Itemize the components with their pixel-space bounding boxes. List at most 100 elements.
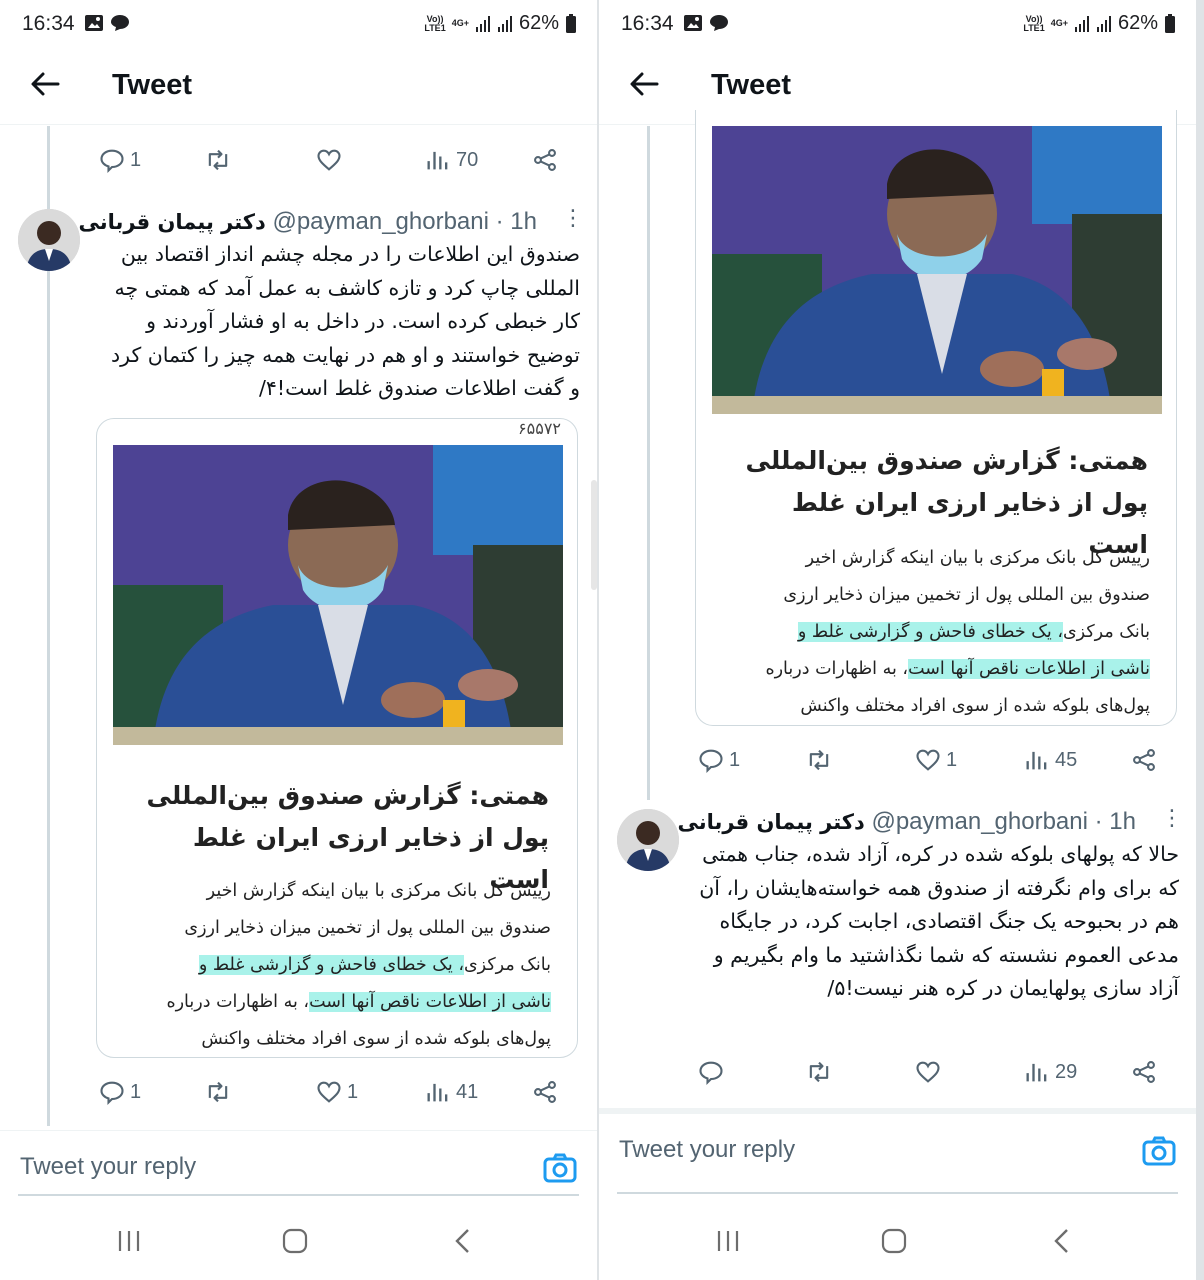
home-icon[interactable]	[282, 1228, 308, 1254]
reply-button[interactable]: 1	[98, 146, 141, 174]
android-nav-bar	[0, 1208, 597, 1280]
reply-underline	[18, 1194, 579, 1196]
home-icon[interactable]	[881, 1228, 907, 1254]
share-button[interactable]	[1130, 746, 1158, 774]
share-icon	[1133, 749, 1155, 771]
retweet-button[interactable]	[805, 746, 833, 774]
retweet-icon	[809, 1061, 829, 1083]
views-button[interactable]: 41	[424, 1078, 478, 1106]
retweet-button[interactable]	[204, 146, 232, 174]
scrollbar[interactable]	[591, 480, 597, 590]
tweet-text: صندوق این اطلاعات را در مجله چشم انداز ا…	[111, 242, 580, 400]
share-icon	[1133, 1061, 1155, 1083]
gallery-icon	[684, 15, 702, 31]
like-button[interactable]	[315, 146, 343, 174]
retweet-button[interactable]	[805, 1058, 833, 1086]
reply-input[interactable]: Tweet your reply	[20, 1153, 196, 1181]
views-button[interactable]: 29	[1023, 1058, 1077, 1086]
like-button[interactable]: 1	[914, 746, 957, 774]
retweet-button[interactable]	[204, 1078, 232, 1106]
link-card[interactable]: ۶۵۵۷۲ همتی: گزارش صندوق بین‌المللی پول ا…	[96, 418, 578, 1058]
card-photo	[113, 445, 563, 745]
back-arrow-icon[interactable]	[28, 67, 62, 101]
author-name[interactable]: دکتر پیمان قربانی	[677, 810, 864, 834]
reply-button[interactable]	[697, 1058, 725, 1086]
author-handle[interactable]: @payman_ghorbani	[871, 808, 1088, 835]
share-icon	[534, 1081, 556, 1103]
avatar[interactable]	[617, 809, 679, 871]
card-line: صندوق بین المللی پول از تخمین میزان ذخای…	[184, 918, 551, 938]
like-icon	[317, 149, 341, 171]
volte-indicator: Vo)) LTE1	[424, 13, 446, 33]
highlighted-text: ، یک خطای فاحش و گزارشی غلط و	[198, 955, 464, 975]
tweet-text: حالا که پولهای بلوکه شده در کره، آزاد شد…	[699, 842, 1179, 1000]
card-line: بانک مرکزی، یک خطای فاحش و گزارشی غلط و	[198, 955, 551, 975]
retweet-icon	[208, 1081, 228, 1103]
card-line: ناشی از اطلاعات ناقص آنها است، به اظهارا…	[166, 992, 551, 1012]
author-name[interactable]: دکتر پیمان قربانی	[78, 210, 265, 234]
card-line: رییس کل بانک مرکزی با بیان اینکه گزارش ا…	[805, 548, 1150, 568]
tweet-actions: 29	[599, 1050, 1196, 1094]
page-title: Tweet	[711, 69, 792, 101]
status-time: 16:34	[22, 12, 75, 35]
card-body: رییس کل بانک مرکزی با بیان اینکه گزارش ا…	[113, 873, 551, 1057]
tweet-actions: 1 70	[0, 138, 597, 182]
top-app-bar: Tweet	[0, 55, 597, 125]
avatar-photo	[18, 209, 80, 271]
views-icon	[1026, 751, 1047, 770]
back-icon[interactable]	[1051, 1228, 1073, 1254]
thread-line	[647, 126, 650, 800]
card-line: ناشی از اطلاعات ناقص آنها است، به اظهارا…	[765, 659, 1150, 679]
like-button[interactable]: 1	[315, 1078, 358, 1106]
views-icon	[1026, 1063, 1047, 1082]
back-icon[interactable]	[452, 1228, 474, 1254]
views-button[interactable]: 45	[1023, 746, 1077, 774]
like-button[interactable]	[914, 1058, 942, 1086]
status-bar: 16:34 Vo)) LTE1 4G+ 62%	[599, 0, 1196, 50]
retweet-icon	[809, 749, 829, 771]
recents-icon[interactable]	[116, 1228, 142, 1254]
views-button[interactable]: 70	[424, 146, 478, 174]
news-photo	[712, 126, 1162, 414]
status-time: 16:34	[621, 12, 674, 35]
camera-icon[interactable]	[543, 1153, 577, 1183]
battery-icon	[566, 13, 576, 33]
android-nav-bar	[599, 1208, 1196, 1280]
share-button[interactable]	[531, 146, 559, 174]
camera-icon[interactable]	[1142, 1136, 1176, 1166]
highlighted-text: ناشی از اطلاعات ناقص آنها است	[309, 992, 551, 1012]
reply-composer[interactable]: Tweet your reply	[0, 1130, 597, 1196]
notification-icons	[84, 14, 130, 32]
more-icon[interactable]: ⋮	[562, 206, 584, 231]
tweet-time: · 1h	[1094, 808, 1136, 835]
reply-button[interactable]: 1	[697, 746, 740, 774]
network-type: 4G+	[451, 18, 469, 28]
recents-icon[interactable]	[715, 1228, 741, 1254]
reply-button[interactable]: 1	[98, 1078, 141, 1106]
network-type: 4G+	[1050, 18, 1068, 28]
share-button[interactable]	[531, 1078, 559, 1106]
notification-icons	[683, 14, 729, 32]
link-card[interactable]: همتی: گزارش صندوق بین‌المللی پول از ذخای…	[695, 110, 1177, 726]
reply-composer[interactable]: Tweet your reply	[599, 1108, 1196, 1174]
tweet-header: دکتر پیمان قربانی @payman_ghorbani · 1h	[78, 208, 537, 236]
card-photo	[712, 126, 1162, 414]
battery-percent: 62%	[518, 12, 559, 34]
views-icon	[427, 1083, 448, 1102]
author-handle[interactable]: @payman_ghorbani	[272, 208, 489, 235]
left-screenshot: 16:34 Vo)) LTE1 4G+ 62% Tweet 1 70 دکتر …	[0, 0, 597, 1280]
right-screenshot: 16:34 Vo)) LTE1 4G+ 62% Tweet همتی: گزار…	[599, 0, 1196, 1280]
retweet-icon	[208, 149, 228, 171]
more-icon[interactable]: ⋮	[1161, 806, 1183, 831]
avatar[interactable]	[18, 209, 80, 271]
card-line: رییس کل بانک مرکزی با بیان اینکه گزارش ا…	[206, 881, 551, 901]
back-arrow-icon[interactable]	[627, 67, 661, 101]
share-button[interactable]	[1130, 1058, 1158, 1086]
card-line: بانک مرکزی، یک خطای فاحش و گزارشی غلط و	[797, 622, 1150, 642]
signal-icon	[1074, 15, 1089, 32]
reply-input[interactable]: Tweet your reply	[619, 1136, 795, 1164]
news-photo	[113, 445, 563, 745]
like-icon	[916, 1061, 940, 1083]
signal-icon	[497, 15, 512, 32]
card-line: صندوق بین المللی پول از تخمین میزان ذخای…	[783, 585, 1150, 605]
